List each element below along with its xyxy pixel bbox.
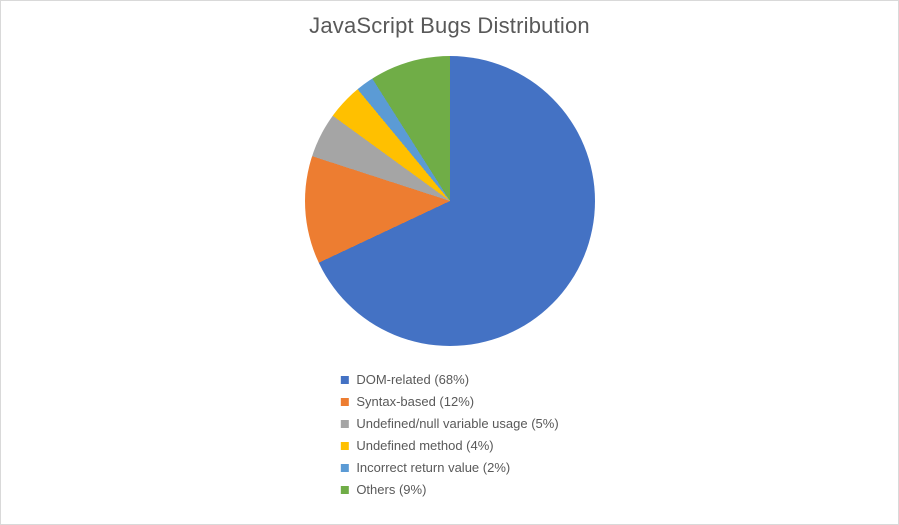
pie-graphic [305, 56, 595, 346]
legend-label: Undefined method (4%) [356, 435, 493, 457]
chart-title: JavaScript Bugs Distribution [1, 13, 898, 39]
legend-item-syntax-based: Syntax-based (12%) [340, 391, 558, 413]
legend-item-undefined-null: Undefined/null variable usage (5%) [340, 413, 558, 435]
pie-chart [305, 56, 595, 346]
legend-swatch [340, 376, 348, 384]
chart-container: JavaScript Bugs Distribution DOM-related… [0, 0, 899, 525]
legend-swatch [340, 464, 348, 472]
legend: DOM-related (68%) Syntax-based (12%) Und… [340, 369, 558, 501]
legend-swatch [340, 486, 348, 494]
legend-item-others: Others (9%) [340, 479, 558, 501]
legend-label: Syntax-based (12%) [356, 391, 474, 413]
legend-item-incorrect-return: Incorrect return value (2%) [340, 457, 558, 479]
legend-item-dom-related: DOM-related (68%) [340, 369, 558, 391]
legend-label: Others (9%) [356, 479, 426, 501]
legend-label: Incorrect return value (2%) [356, 457, 510, 479]
legend-swatch [340, 398, 348, 406]
legend-label: Undefined/null variable usage (5%) [356, 413, 558, 435]
legend-label: DOM-related (68%) [356, 369, 469, 391]
legend-swatch [340, 420, 348, 428]
legend-item-undefined-method: Undefined method (4%) [340, 435, 558, 457]
legend-swatch [340, 442, 348, 450]
